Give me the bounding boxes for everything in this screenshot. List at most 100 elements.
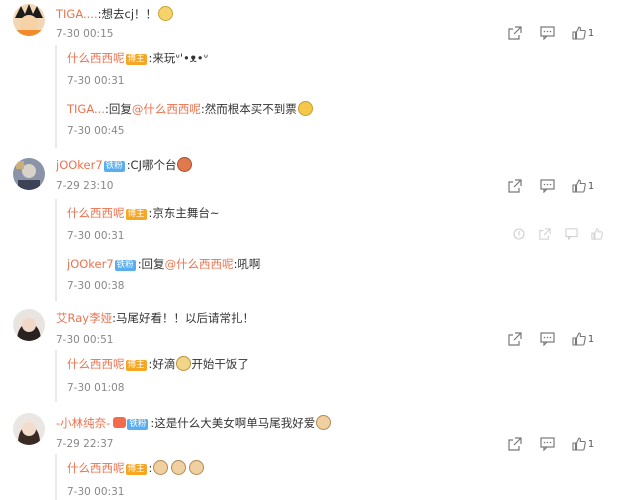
reply-text: :来玩ᐡ'•ᴥ•ᐡ (148, 51, 209, 65)
avatar[interactable] (13, 309, 45, 341)
reply-text: :然而根本买不到票 (200, 102, 297, 116)
like-count: 1 (587, 27, 595, 39)
share-button[interactable] (499, 331, 531, 347)
reply-actions (506, 226, 610, 242)
reply-list: 什么西西呢 博主:京东主舞台~ 7-30 00:31 jOOker7 铁粉:回复@什… (55, 199, 610, 301)
mention-link[interactable]: @什么西西呢 (132, 102, 201, 116)
comment-button[interactable] (558, 226, 584, 242)
reply-prefix: :回复 (137, 257, 165, 271)
comment-button[interactable] (531, 178, 563, 194)
like-icon (572, 179, 586, 193)
like-button[interactable]: 1 (563, 436, 603, 452)
reply-username[interactable]: 什么西西呢 (67, 51, 125, 65)
fan-badge: 铁粉 (127, 419, 149, 430)
share-icon (508, 26, 522, 40)
comment-icon (539, 332, 555, 346)
share-button[interactable] (499, 436, 531, 452)
reply-time: 7-30 00:31 (67, 486, 125, 498)
like-count: 1 (587, 333, 595, 345)
reply-list: 什么西西呢 博主: 7-30 00:31 (55, 454, 610, 500)
comment-text-line: 艾Ray李娅:马尾好看！！以后请常扎！ (56, 310, 254, 326)
reply-time: 7-30 00:31 (67, 75, 125, 87)
dog-emoji-icon (316, 415, 332, 430)
like-icon (572, 332, 586, 346)
report-icon (513, 228, 525, 240)
like-button[interactable]: 1 (563, 331, 603, 347)
share-button[interactable] (532, 226, 558, 242)
dog-emoji-icon (153, 460, 169, 475)
reply-text: :京东主舞台~ (148, 206, 220, 220)
avatar[interactable] (13, 158, 45, 190)
comment-text: :想去cj！！ (97, 7, 158, 21)
reply-text-line: 什么西西呢 博主:来玩ᐡ'•ᴥ•ᐡ (67, 50, 208, 66)
comment-text: :马尾好看！！以后请常扎！ (112, 311, 254, 325)
report-button[interactable] (506, 226, 532, 242)
reply-username[interactable]: jOOker7 (67, 257, 114, 271)
comment-text-line: jOOker7 铁粉:CJ哪个台 (56, 157, 193, 173)
like-icon (572, 26, 586, 40)
fan-badge: 铁粉 (103, 161, 125, 172)
comment-icon (564, 228, 578, 240)
share-button[interactable] (499, 25, 531, 41)
comment-text-line: -小林纯奈- 铁粉:这是什么大美女啊单马尾我好爱 (56, 415, 332, 431)
reply-text: : (148, 461, 153, 475)
fan-badge: 铁粉 (114, 260, 136, 271)
like-button[interactable]: 1 (563, 178, 603, 194)
reply-text: :吼啊 (233, 257, 261, 271)
share-icon (508, 179, 522, 193)
reply-list: 什么西西呢 博主:好滴 开始干饭了 7-30 01:08 (55, 350, 610, 402)
comment-text: :CJ哪个台 (126, 158, 177, 172)
reply-text-line: TIGA...:回复@什么西西呢:然而根本买不到票 (67, 101, 313, 117)
comment-username[interactable]: -小林纯奈- (56, 416, 110, 430)
reply-username[interactable]: 什么西西呢 (67, 357, 125, 371)
comment-username[interactable]: jOOker7 (56, 158, 103, 172)
comment-username[interactable]: 艾Ray李娅 (56, 311, 112, 325)
reply-time: 7-30 00:31 (67, 230, 125, 242)
comment-icon (539, 26, 555, 40)
reply-time: 7-30 01:08 (67, 382, 125, 394)
reply-text-line: 什么西西呢 博主:京东主舞台~ (67, 205, 220, 221)
reply-username[interactable]: 什么西西呢 (67, 206, 125, 220)
mention-link[interactable]: @什么西西呢 (165, 257, 234, 271)
comment-actions: 1 (499, 436, 603, 452)
comment-button[interactable] (531, 331, 563, 347)
blogger-badge: 博主 (125, 54, 147, 65)
like-button[interactable]: 1 (563, 25, 603, 41)
avatar[interactable] (13, 413, 45, 445)
comment-time: 7-30 00:15 (56, 28, 114, 40)
share-button[interactable] (499, 178, 531, 194)
comment-actions: 1 (499, 25, 603, 41)
comment-time: 7-30 00:51 (56, 334, 114, 346)
reply-text: :好滴 (148, 357, 176, 371)
reply-text-line: 什么西西呢 博主:好滴 开始干饭了 (67, 356, 249, 372)
reply-text-line: 什么西西呢 博主: (67, 460, 205, 476)
like-count: 1 (587, 438, 595, 450)
like-icon (572, 437, 586, 451)
reply-text-line: jOOker7 铁粉:回复@什么西西呢:吼啊 (67, 256, 260, 272)
comment-button[interactable] (531, 436, 563, 452)
comment-username[interactable]: TIGA.... (56, 7, 98, 21)
crown-icon (113, 417, 127, 428)
blogger-badge: 博主 (125, 209, 147, 220)
comment-icon (539, 437, 555, 451)
emoji-icon (177, 157, 193, 172)
comment-time: 7-29 23:10 (56, 180, 114, 192)
reply-time: 7-30 00:45 (67, 125, 125, 137)
dog-emoji-icon (171, 460, 187, 475)
share-icon (508, 437, 522, 451)
emoji-icon (158, 6, 174, 21)
comment-text-line: TIGA....:想去cj！！ (56, 6, 174, 22)
laugh-emoji-icon (297, 101, 313, 116)
like-icon (591, 228, 603, 240)
blogger-badge: 博主 (125, 360, 147, 371)
reply-username[interactable]: TIGA... (67, 102, 105, 116)
comment-button[interactable] (531, 25, 563, 41)
comment-time: 7-29 22:37 (56, 438, 114, 450)
reply-username[interactable]: 什么西西呢 (67, 461, 125, 475)
share-icon (539, 228, 551, 240)
blogger-badge: 博主 (125, 464, 147, 475)
avatar[interactable] (13, 4, 45, 36)
reply-list: 什么西西呢 博主:来玩ᐡ'•ᴥ•ᐡ 7-30 00:31 TIGA...:回复@什… (55, 45, 610, 148)
comment-icon (539, 179, 555, 193)
like-button[interactable] (584, 226, 610, 242)
